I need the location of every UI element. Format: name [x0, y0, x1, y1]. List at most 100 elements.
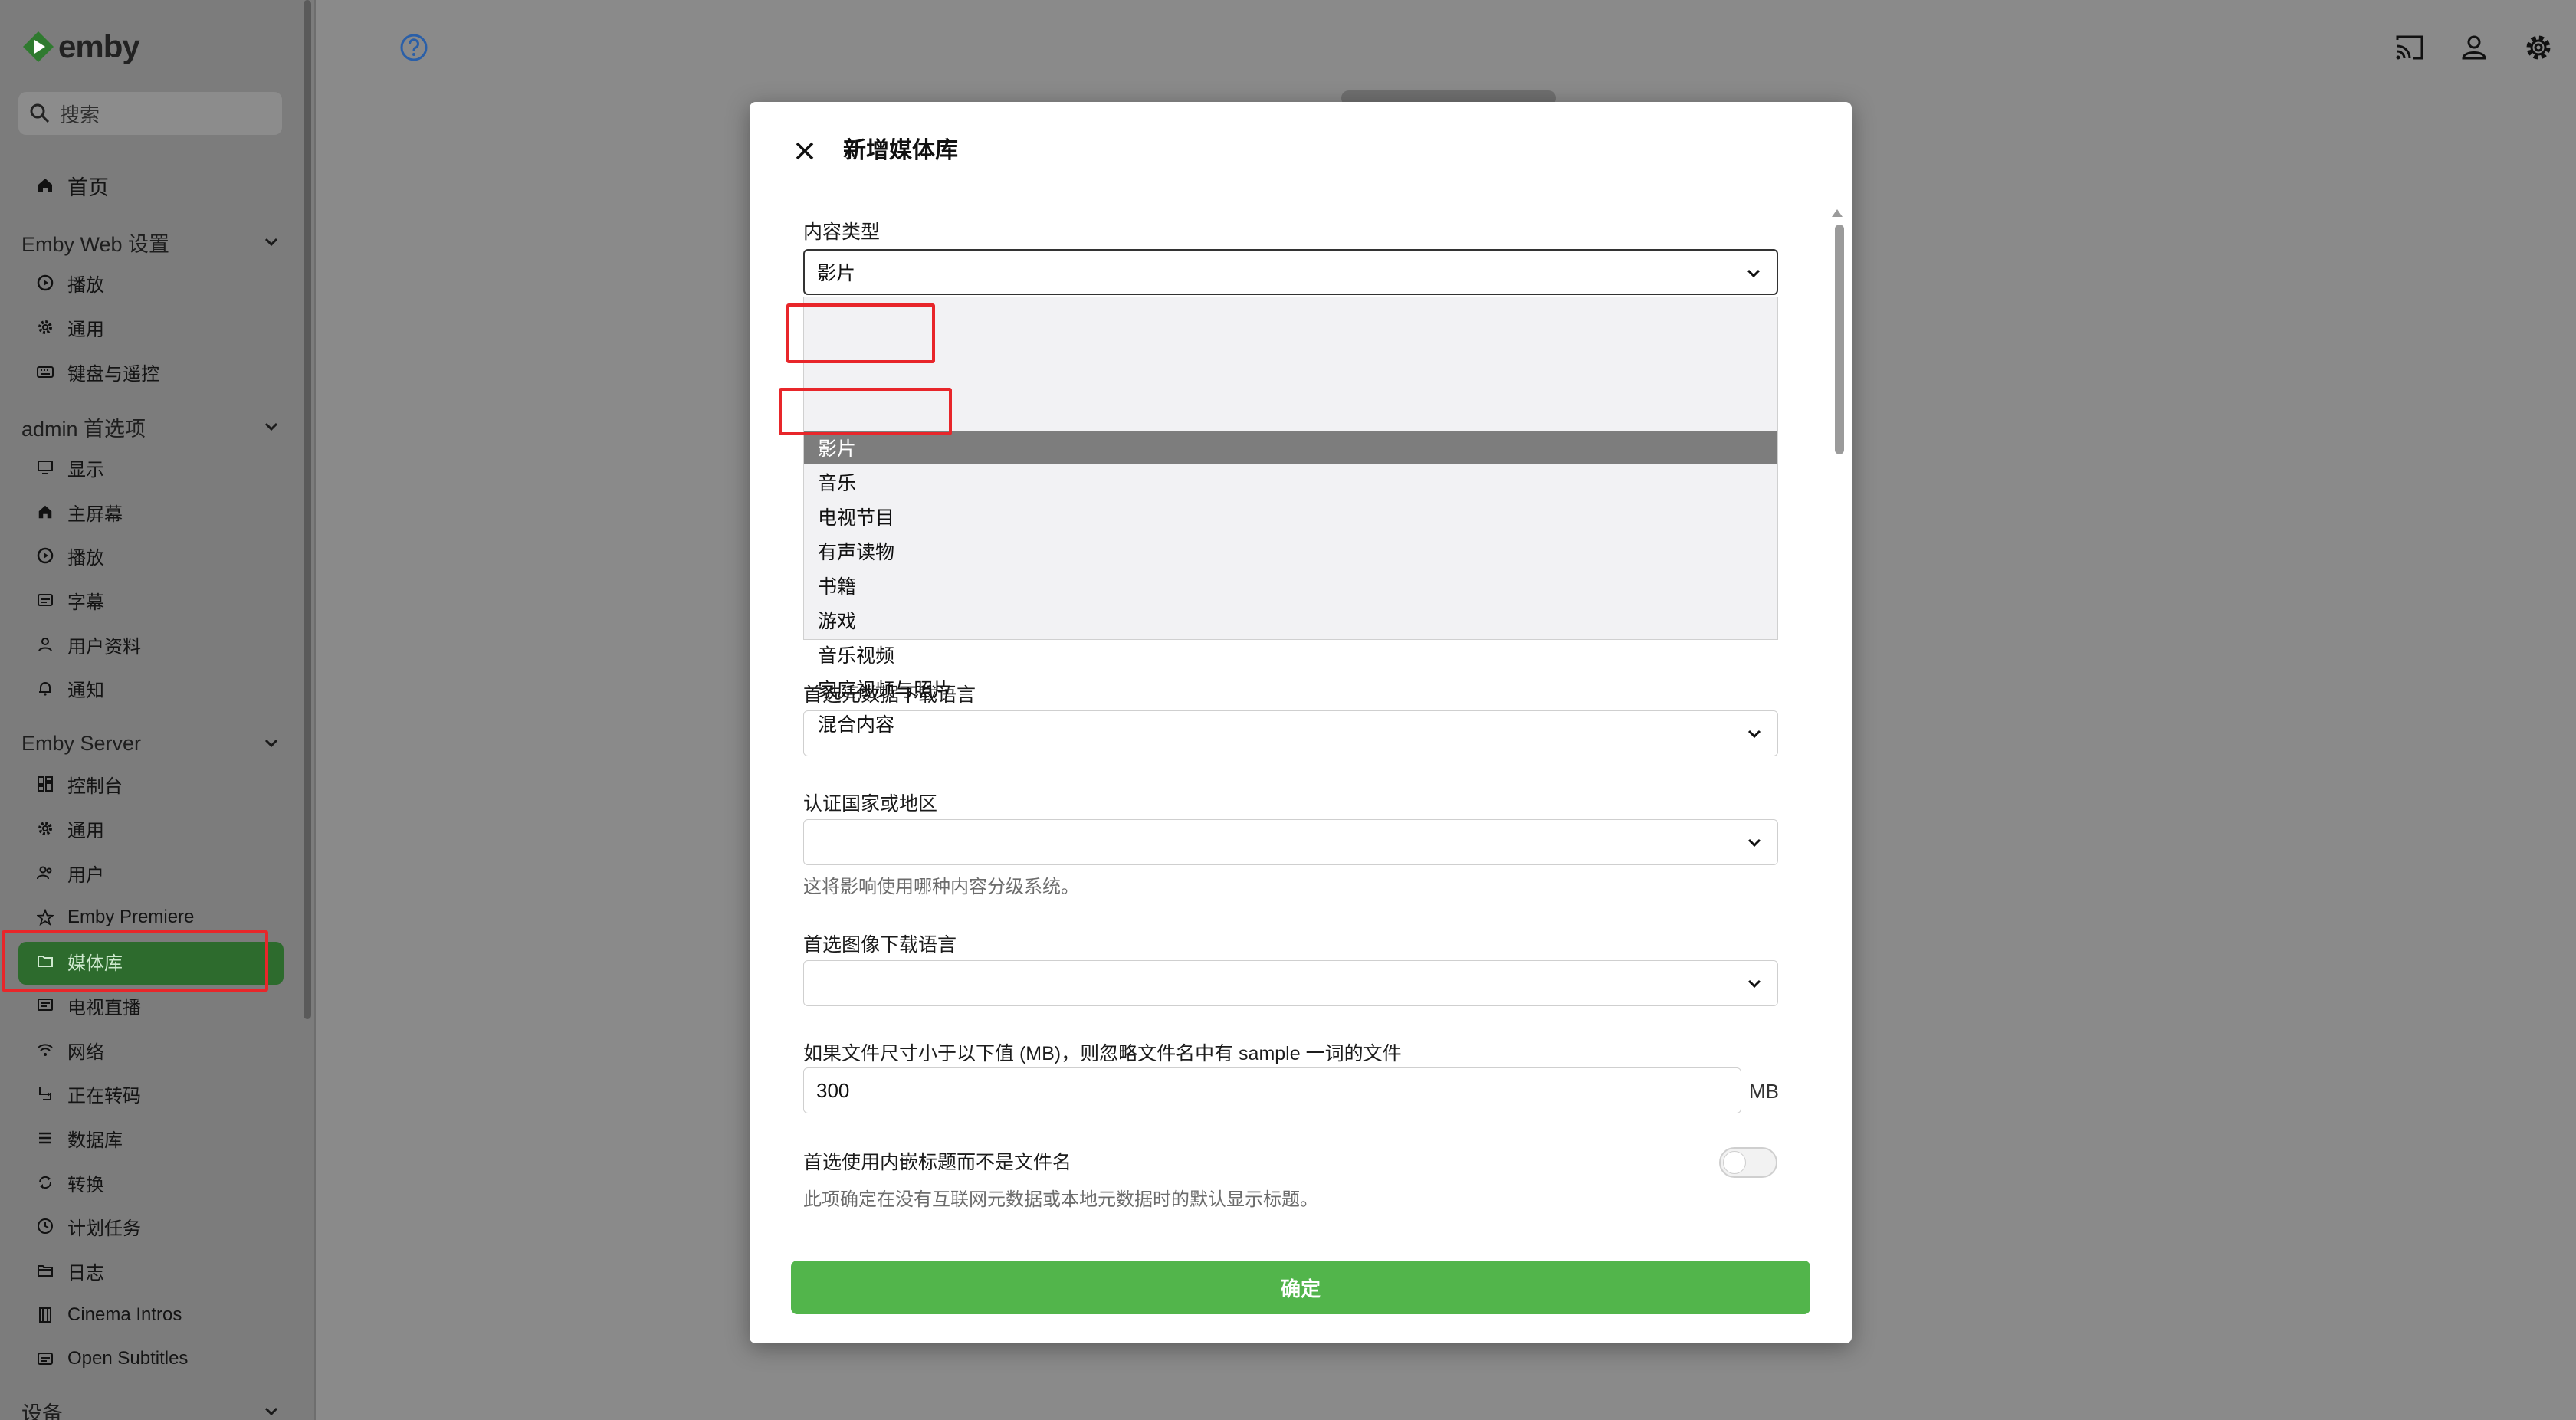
sidebar-item-label: 正在转码 — [67, 1085, 141, 1107]
content-type-select[interactable]: 影片 — [803, 249, 1778, 295]
sidebar-item-profile[interactable]: 用户资料 — [35, 629, 141, 660]
sidebar-item-scheduled-tasks[interactable]: 计划任务 — [35, 1211, 141, 1241]
play-circle-icon — [35, 273, 55, 293]
sidebar-item-server-general[interactable]: 通用 — [35, 813, 104, 844]
sidebar-item-cinema-intros[interactable]: Cinema Intros — [35, 1300, 182, 1330]
sample-size-label: 如果文件尺寸小于以下值 (MB)，则忽略文件名中有 sample 一词的文件 — [803, 1043, 1402, 1064]
option-books[interactable]: 书籍 — [804, 569, 1777, 602]
confirm-button[interactable]: 确定 — [791, 1261, 1810, 1314]
sidebar-item-general[interactable]: 通用 — [35, 312, 104, 343]
annotation-box-tv-shows — [779, 388, 952, 435]
section-header-admin[interactable]: admin 首选项 — [21, 410, 282, 444]
sidebar-item-label: Open Subtitles — [67, 1348, 189, 1369]
image-language-select[interactable] — [803, 960, 1778, 1006]
sidebar-item-users[interactable]: 用户 — [35, 858, 104, 888]
section-title: admin 首选项 — [21, 417, 146, 441]
section-header-emby-server[interactable]: Emby Server — [21, 726, 282, 760]
sidebar-item-playback[interactable]: 播放 — [35, 267, 104, 298]
dialog-scrollbar[interactable] — [1835, 225, 1844, 454]
sidebar-item-display[interactable]: 显示 — [35, 452, 104, 483]
section-title: Emby Server — [21, 731, 142, 755]
sidebar-item-dashboard[interactable]: 控制台 — [35, 769, 123, 799]
sidebar-item-label: 键盘与遥控 — [67, 363, 159, 385]
clock-icon — [35, 1216, 55, 1236]
chevron-down-icon — [1747, 979, 1761, 989]
section-title: Emby Web 设置 — [21, 232, 170, 256]
sidebar-item-database[interactable]: 数据库 — [35, 1123, 123, 1153]
sidebar-item-keyboard[interactable]: 键盘与遥控 — [35, 356, 159, 387]
sidebar-item-playback-pref[interactable]: 播放 — [35, 540, 104, 571]
settings-gear-icon[interactable] — [2522, 31, 2555, 64]
users-icon — [35, 863, 55, 883]
help-icon[interactable] — [399, 32, 429, 63]
sidebar-item-label: 转换 — [67, 1174, 104, 1195]
star-icon — [35, 907, 55, 927]
list-icon — [35, 1128, 55, 1148]
option-movies[interactable]: 影片 — [804, 431, 1777, 464]
sidebar-item-label: 通知 — [67, 680, 104, 701]
sidebar-scrollbar[interactable] — [304, 0, 311, 1019]
toggle-knob — [1723, 1151, 1746, 1174]
annotation-box-library — [2, 930, 268, 992]
search-input[interactable]: 搜索 — [18, 92, 282, 135]
sidebar-item-transcoding[interactable]: 正在转码 — [35, 1078, 141, 1109]
gear-icon — [35, 317, 55, 337]
transcode-icon — [35, 1084, 55, 1104]
wifi-icon — [35, 1040, 55, 1060]
option-music-videos[interactable]: 音乐视频 — [804, 638, 1777, 671]
sidebar-item-network[interactable]: 网络 — [35, 1035, 104, 1065]
keyboard-icon — [35, 362, 55, 382]
sidebar-item-live-tv[interactable]: 电视直播 — [35, 990, 141, 1021]
search-icon — [30, 103, 50, 123]
content-type-dropdown: 影片 音乐 电视节目 有声读物 书籍 游戏 音乐视频 家庭视频与照片 混合内容 — [803, 297, 1778, 736]
play-circle-icon — [35, 546, 55, 566]
sidebar-item-label: 主屏幕 — [67, 503, 123, 525]
emby-logo-icon — [23, 31, 54, 62]
search-placeholder: 搜索 — [60, 103, 100, 126]
sidebar-item-label: 播放 — [67, 547, 104, 569]
emby-logo[interactable]: emby — [21, 28, 140, 66]
sidebar-item-label: 日志 — [67, 1262, 104, 1284]
sidebar-item-home-screen[interactable]: 主屏幕 — [35, 497, 123, 527]
sidebar-item-home[interactable]: 首页 — [35, 170, 109, 201]
home-icon — [35, 175, 55, 195]
sample-size-unit: MB — [1749, 1080, 1779, 1103]
sidebar-item-premiere[interactable]: Emby Premiere — [35, 902, 194, 933]
country-select[interactable] — [803, 819, 1778, 865]
sidebar-item-notifications[interactable]: 通知 — [35, 673, 104, 703]
section-header-devices[interactable]: 设备 — [21, 1395, 282, 1420]
home-icon — [35, 502, 55, 522]
sidebar-item-logs[interactable]: 日志 — [35, 1255, 104, 1286]
option-audiobooks[interactable]: 有声读物 — [804, 534, 1777, 568]
option-home-videos[interactable]: 家庭视频与照片 — [804, 672, 1777, 706]
section-header-emby-web[interactable]: Emby Web 设置 — [21, 225, 282, 259]
sidebar-item-label: Cinema Intros — [67, 1304, 182, 1325]
option-mixed[interactable]: 混合内容 — [804, 707, 1777, 740]
option-music[interactable]: 音乐 — [804, 465, 1777, 499]
subtitles-icon — [35, 590, 55, 610]
dialog-title: 新增媒体库 — [843, 138, 958, 163]
subtitles-icon — [35, 1349, 55, 1369]
sidebar-item-subtitles[interactable]: 字幕 — [35, 585, 104, 615]
user-icon[interactable] — [2457, 31, 2491, 64]
chevron-down-icon — [1747, 269, 1761, 278]
sidebar-item-conversion[interactable]: 转换 — [35, 1167, 104, 1198]
sidebar-item-open-subtitles[interactable]: Open Subtitles — [35, 1343, 188, 1374]
close-icon[interactable] — [789, 136, 820, 166]
add-library-dialog: 新增媒体库 内容类型 影片 首选元数据下载语言 认证国家或地区 这将影响使用哪种… — [750, 102, 1852, 1343]
option-games[interactable]: 游戏 — [804, 603, 1777, 637]
option-tv-shows[interactable]: 电视节目 — [804, 500, 1777, 533]
gear-icon — [35, 818, 55, 838]
cast-icon[interactable] — [2393, 31, 2427, 64]
sidebar-item-label: 通用 — [67, 820, 104, 841]
embedded-title-toggle[interactable] — [1719, 1147, 1777, 1178]
chevron-down-icon — [264, 422, 278, 431]
monitor-icon — [35, 457, 55, 477]
section-title: 设备 — [21, 1402, 63, 1420]
sync-icon — [35, 1172, 55, 1192]
sample-size-input[interactable]: 300 — [803, 1067, 1741, 1113]
sidebar-item-label: 字幕 — [67, 592, 104, 613]
scroll-up-arrow-icon[interactable] — [1832, 209, 1843, 217]
tv-guide-icon — [35, 995, 55, 1015]
dashboard-icon — [35, 774, 55, 794]
